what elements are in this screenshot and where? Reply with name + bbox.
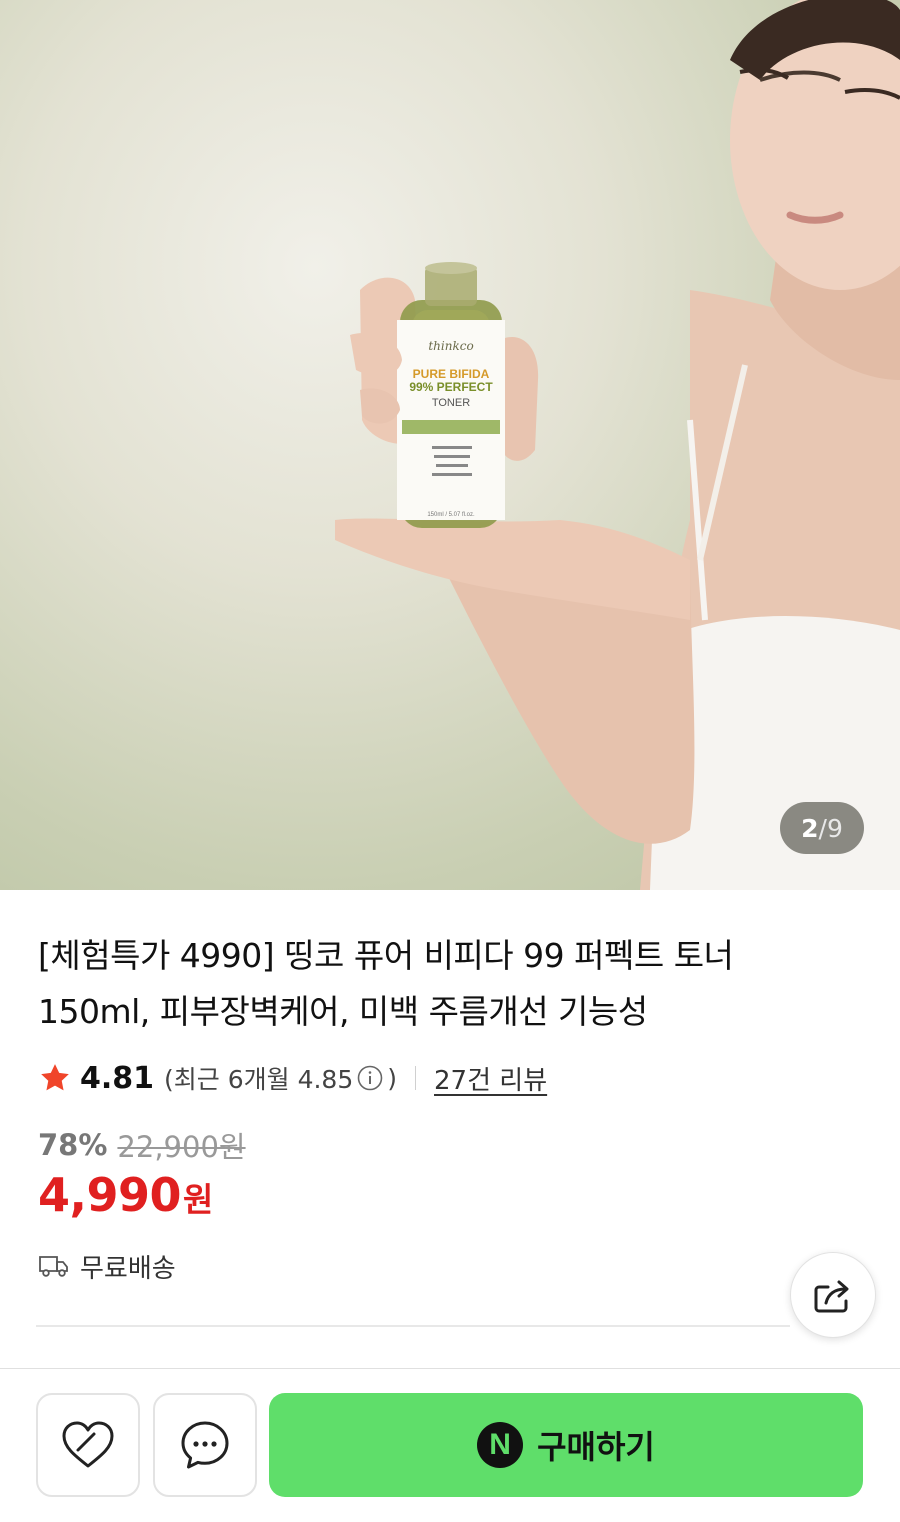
rating-divider <box>415 1066 417 1090</box>
bottle-brand: thinkco <box>428 339 473 353</box>
sale-price: 4,990 <box>38 1168 182 1222</box>
content-divider <box>36 1325 790 1327</box>
bottle-volume: 150ml / 5.07 fl.oz. <box>427 512 475 518</box>
rating-row: 4.81 (최근 6개월 4.85 ) 27건 리뷰 <box>38 1056 547 1100</box>
recent-rating: (최근 6개월 4.85 ) <box>164 1060 397 1096</box>
bottle-line2: 99% PERFECT <box>409 380 493 394</box>
shipping-text: 무료배송 <box>80 1253 176 1284</box>
product-title: [체험특가 4990] 띵코 퓨어 비피다 99 퍼펙트 토너 150ml, 피… <box>38 936 734 1031</box>
sale-price-row: 4,990 원 <box>38 1168 213 1234</box>
truck-icon <box>39 1256 68 1277</box>
heart-icon <box>62 1421 114 1468</box>
shipping-row: 무료배송 <box>38 1246 176 1286</box>
wishlist-button[interactable] <box>36 1393 140 1497</box>
bottle-line3: TONER <box>432 397 470 409</box>
recent-rating-text: (최근 6개월 4.85 <box>164 1065 354 1094</box>
original-price: 22,900원 <box>117 1130 246 1164</box>
action-bar-divider <box>0 1368 900 1369</box>
share-icon <box>814 1280 849 1313</box>
chat-icon <box>181 1421 229 1469</box>
review-count-link[interactable]: 27건 리뷰 <box>434 1060 547 1097</box>
recent-rating-close: ) <box>387 1063 398 1093</box>
image-page-counter: 2 / 9 <box>780 802 864 854</box>
discount-rate: 78% <box>38 1128 108 1162</box>
buy-button-label: 구매하기 <box>537 1428 655 1466</box>
discount-row: 78% 22,900원 <box>38 1122 246 1168</box>
bottle-line1: PURE BIFIDA <box>413 367 490 381</box>
chat-button[interactable] <box>153 1393 257 1497</box>
page-current: 2 <box>801 813 819 843</box>
info-icon[interactable] <box>357 1065 383 1091</box>
product-image[interactable]: thinkco PURE BIFIDA 99% PERFECT TONER 15… <box>0 0 900 890</box>
share-button[interactable] <box>790 1252 876 1338</box>
star-icon <box>41 1064 69 1091</box>
npay-icon: N <box>477 1422 524 1468</box>
rating-score: 4.81 <box>80 1060 155 1096</box>
sale-price-unit: 원 <box>183 1180 214 1219</box>
hero-illustration: thinkco PURE BIFIDA 99% PERFECT TONER 15… <box>335 0 900 890</box>
page-separator: / <box>818 813 827 843</box>
page-total: 9 <box>826 813 843 843</box>
buy-button[interactable]: N 구매하기 <box>269 1393 863 1497</box>
